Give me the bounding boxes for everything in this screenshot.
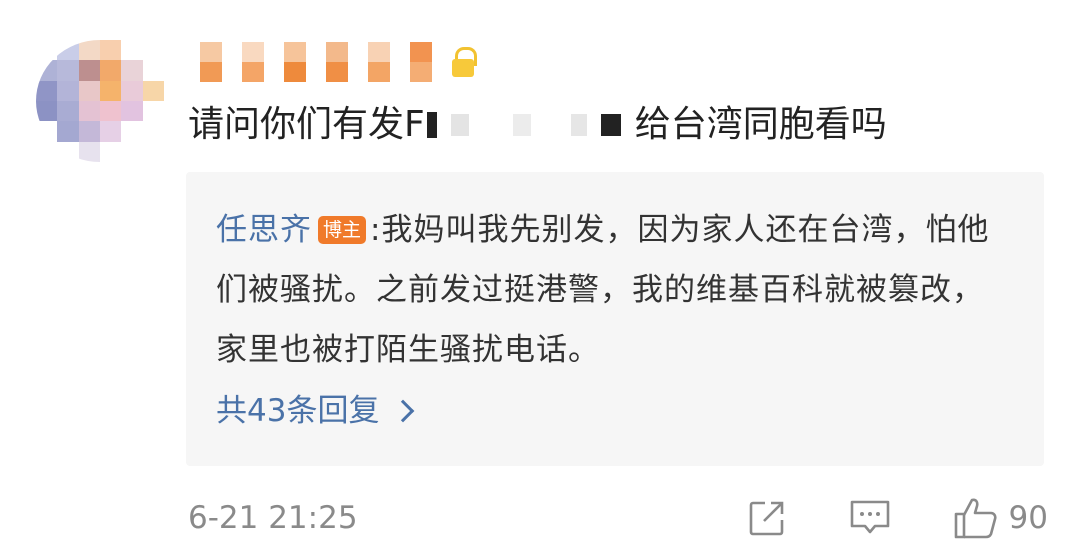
- comment-icon: [850, 500, 889, 534]
- more-replies-link[interactable]: 共43条回复: [216, 388, 415, 434]
- more-replies-label: 共43条回复: [216, 393, 380, 429]
- timestamp: 6-21 21:25: [188, 500, 358, 536]
- like-button[interactable]: 90: [953, 496, 1048, 540]
- avatar[interactable]: [36, 40, 164, 162]
- username[interactable]: [200, 42, 477, 82]
- like-count: 90: [1008, 500, 1048, 536]
- comment-actions: 90: [747, 496, 1048, 540]
- redacted-block: [326, 42, 348, 82]
- comment-footer: 6-21 21:25 90: [188, 495, 1048, 541]
- redacted-block: [242, 42, 264, 82]
- author-badge: 博主: [318, 216, 367, 244]
- chevron-right-icon: [392, 399, 415, 423]
- comment-item: 请问你们有发F 给台湾同胞看吗 任思齐 博主:我妈叫我先别发，因为家人还在台湾，怕…: [0, 0, 1080, 550]
- comment-text-end: 给台湾同胞看吗: [634, 104, 887, 145]
- thumbs-up-icon: [954, 498, 997, 539]
- share-button[interactable]: [747, 498, 787, 538]
- reply-author[interactable]: 任思齐: [216, 212, 312, 248]
- redacted-block: [410, 42, 432, 82]
- comment-button[interactable]: [849, 498, 891, 538]
- redacted-block: [200, 42, 222, 82]
- redacted-block: [284, 42, 306, 82]
- reply-separator: :: [370, 212, 382, 248]
- share-icon: [749, 501, 783, 536]
- reply-text: 任思齐 博主:我妈叫我先别发，因为家人还在台湾，怕他们被骚扰。之前发过挺港警，我的…: [216, 200, 1014, 380]
- lock-icon: [452, 47, 477, 77]
- comment-text-start: 请问你们有发F: [188, 104, 425, 145]
- reply-preview[interactable]: 任思齐 博主:我妈叫我先别发，因为家人还在台湾，怕他们被骚扰。之前发过挺港警，我的…: [186, 172, 1044, 466]
- redacted-block: [368, 42, 390, 82]
- redacted-text: [426, 112, 621, 138]
- comment-text: 请问你们有发F 给台湾同胞看吗: [188, 100, 887, 150]
